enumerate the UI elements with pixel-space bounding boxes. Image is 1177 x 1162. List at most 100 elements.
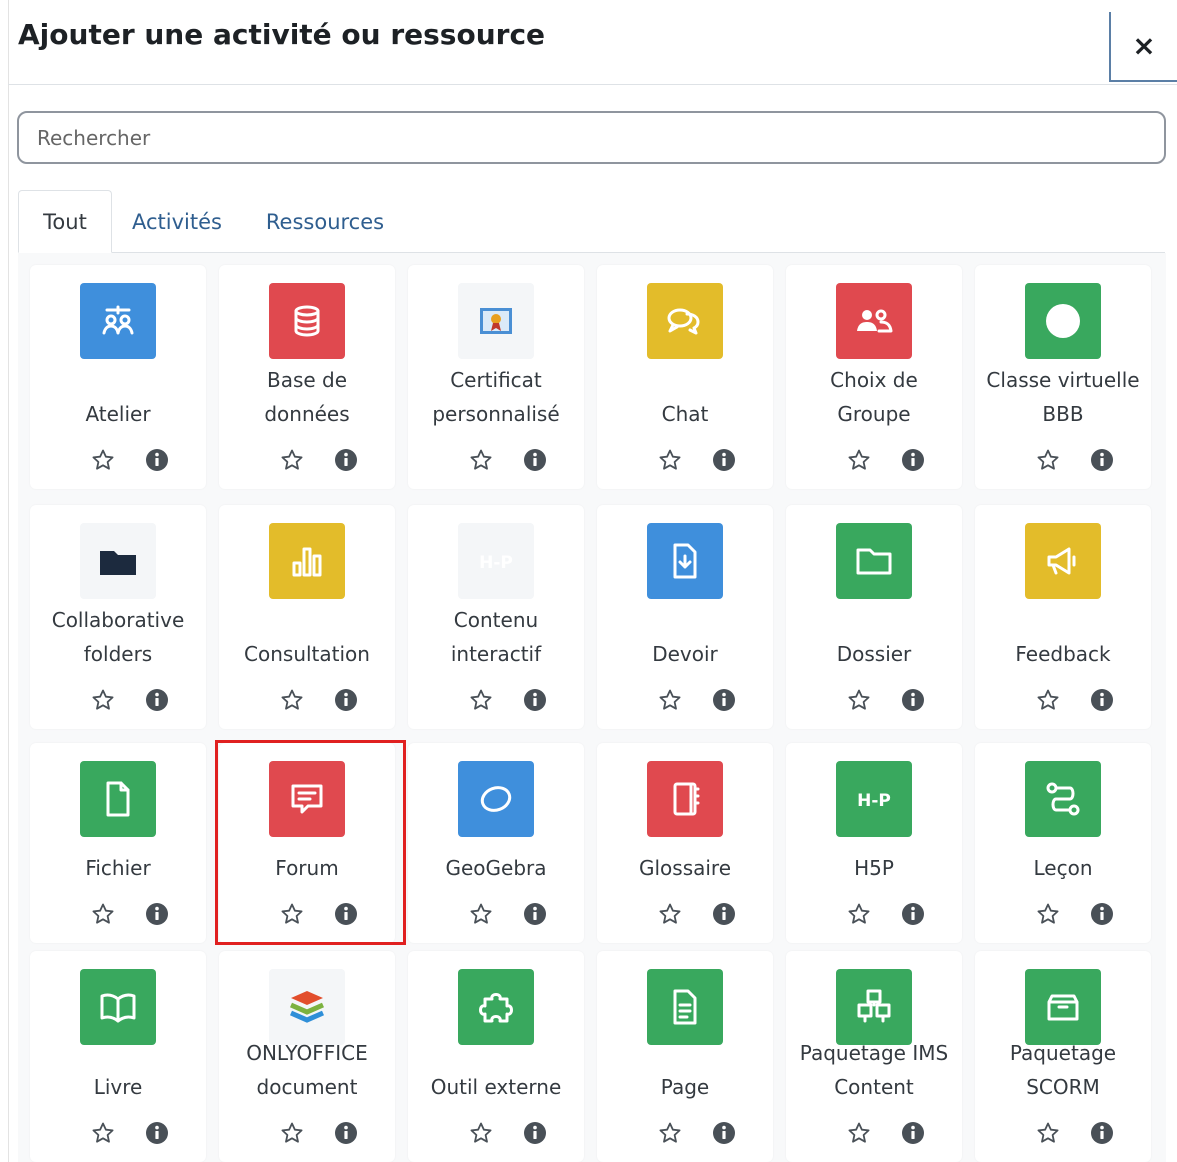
database-icon[interactable] [269, 283, 345, 359]
activity-card-donn-es[interactable]: Base de données [219, 265, 395, 489]
info-icon[interactable] [1089, 1120, 1115, 1146]
activity-label[interactable]: Outil externe [412, 1070, 580, 1104]
info-icon[interactable] [1089, 901, 1115, 927]
activity-label[interactable]: Devoir [601, 637, 769, 671]
activity-label[interactable]: Atelier [34, 397, 202, 431]
file-icon[interactable] [80, 761, 156, 837]
info-icon[interactable] [1089, 447, 1115, 473]
info-icon[interactable] [144, 1120, 170, 1146]
info-icon[interactable] [522, 687, 548, 713]
folder-dark-icon[interactable] [80, 523, 156, 599]
activity-label[interactable]: ONLYOFFICE document [223, 1036, 391, 1104]
activity-card-outil-externe[interactable]: Outil externe [408, 951, 584, 1162]
activity-label[interactable]: Collaborative folders [34, 603, 202, 671]
activity-label[interactable]: H5P [790, 851, 958, 885]
lesson-icon[interactable] [1025, 761, 1101, 837]
group-choice-icon[interactable] [836, 283, 912, 359]
activity-card-geogebra[interactable]: GeoGebra [408, 743, 584, 943]
info-icon[interactable] [900, 687, 926, 713]
scorm-icon[interactable] [1025, 969, 1101, 1045]
star-icon[interactable] [846, 687, 872, 713]
info-icon[interactable] [900, 1120, 926, 1146]
activity-card-le-on[interactable]: Leçon [975, 743, 1151, 943]
certificate-icon[interactable] [458, 283, 534, 359]
star-icon[interactable] [1035, 687, 1061, 713]
star-icon[interactable] [846, 447, 872, 473]
book-icon[interactable] [80, 969, 156, 1045]
workshop-icon[interactable] [80, 283, 156, 359]
activity-card-chat[interactable]: Chat [597, 265, 773, 489]
star-icon[interactable] [90, 687, 116, 713]
activity-label[interactable]: Livre [34, 1070, 202, 1104]
page-icon[interactable] [647, 969, 723, 1045]
star-icon[interactable] [657, 687, 683, 713]
star-icon[interactable] [657, 901, 683, 927]
info-icon[interactable] [711, 901, 737, 927]
h5p-icon[interactable]: H-P [458, 523, 534, 599]
info-icon[interactable] [522, 901, 548, 927]
info-icon[interactable] [1089, 687, 1115, 713]
activity-label[interactable]: Feedback [979, 637, 1147, 671]
activity-label[interactable]: Contenu interactif [412, 603, 580, 671]
info-icon[interactable] [333, 447, 359, 473]
activity-label[interactable]: Paquetage IMS Content [790, 1036, 958, 1104]
assignment-icon[interactable] [647, 523, 723, 599]
megaphone-icon[interactable] [1025, 523, 1101, 599]
activity-card-document[interactable]: ONLYOFFICE document [219, 951, 395, 1162]
star-icon[interactable] [90, 447, 116, 473]
puzzle-icon[interactable] [458, 969, 534, 1045]
activity-label[interactable]: Fichier [34, 851, 202, 885]
activity-label[interactable]: Chat [601, 397, 769, 431]
info-icon[interactable] [711, 1120, 737, 1146]
activity-label[interactable]: Glossaire [601, 851, 769, 885]
activity-card-devoir[interactable]: Devoir [597, 505, 773, 729]
info-icon[interactable] [144, 687, 170, 713]
search-input[interactable] [17, 111, 1166, 164]
chat-icon[interactable] [647, 283, 723, 359]
activity-card-atelier[interactable]: Atelier [30, 265, 206, 489]
activity-label[interactable]: Choix de Groupe [790, 363, 958, 431]
activity-card-content[interactable]: Paquetage IMS Content [786, 951, 962, 1162]
info-icon[interactable] [711, 447, 737, 473]
info-icon[interactable] [711, 687, 737, 713]
star-icon[interactable] [279, 447, 305, 473]
info-icon[interactable] [144, 901, 170, 927]
info-icon[interactable] [900, 901, 926, 927]
activity-card-feedback[interactable]: Feedback [975, 505, 1151, 729]
star-icon[interactable] [279, 1120, 305, 1146]
star-icon[interactable] [468, 1120, 494, 1146]
activity-card-livre[interactable]: Livre [30, 951, 206, 1162]
star-icon[interactable] [90, 1120, 116, 1146]
close-icon[interactable]: × [1132, 32, 1155, 60]
star-icon[interactable] [468, 687, 494, 713]
h5p-icon[interactable]: H-P [836, 761, 912, 837]
info-icon[interactable] [333, 901, 359, 927]
activity-card-page[interactable]: Page [597, 951, 773, 1162]
star-icon[interactable] [90, 901, 116, 927]
activity-card-h5p[interactable]: H-P H5P [786, 743, 962, 943]
activity-card-folders[interactable]: Collaborative folders [30, 505, 206, 729]
glossary-icon[interactable] [647, 761, 723, 837]
star-icon[interactable] [1035, 901, 1061, 927]
activity-card-groupe[interactable]: Choix de Groupe [786, 265, 962, 489]
activity-card-bbb[interactable]: Classe virtuelle BBB [975, 265, 1151, 489]
activity-label[interactable]: Leçon [979, 851, 1147, 885]
tab-activities[interactable]: Activités [120, 190, 234, 253]
star-icon[interactable] [468, 901, 494, 927]
activity-card-glossaire[interactable]: Glossaire [597, 743, 773, 943]
star-icon[interactable] [657, 1120, 683, 1146]
folder-icon[interactable] [836, 523, 912, 599]
info-icon[interactable] [333, 1120, 359, 1146]
activity-label[interactable]: Paquetage SCORM [979, 1036, 1147, 1104]
forum-icon[interactable] [269, 761, 345, 837]
activity-card-interactif[interactable]: H-P Contenu interactif [408, 505, 584, 729]
activity-label[interactable]: Base de données [223, 363, 391, 431]
activity-label[interactable]: GeoGebra [412, 851, 580, 885]
activity-card-forum[interactable]: Forum [219, 743, 395, 943]
activity-label[interactable]: Dossier [790, 637, 958, 671]
star-icon[interactable] [279, 901, 305, 927]
info-icon[interactable] [522, 1120, 548, 1146]
activity-card-personnalis-[interactable]: Certificat personnalisé [408, 265, 584, 489]
bigbluebutton-icon[interactable] [1025, 283, 1101, 359]
star-icon[interactable] [1035, 447, 1061, 473]
